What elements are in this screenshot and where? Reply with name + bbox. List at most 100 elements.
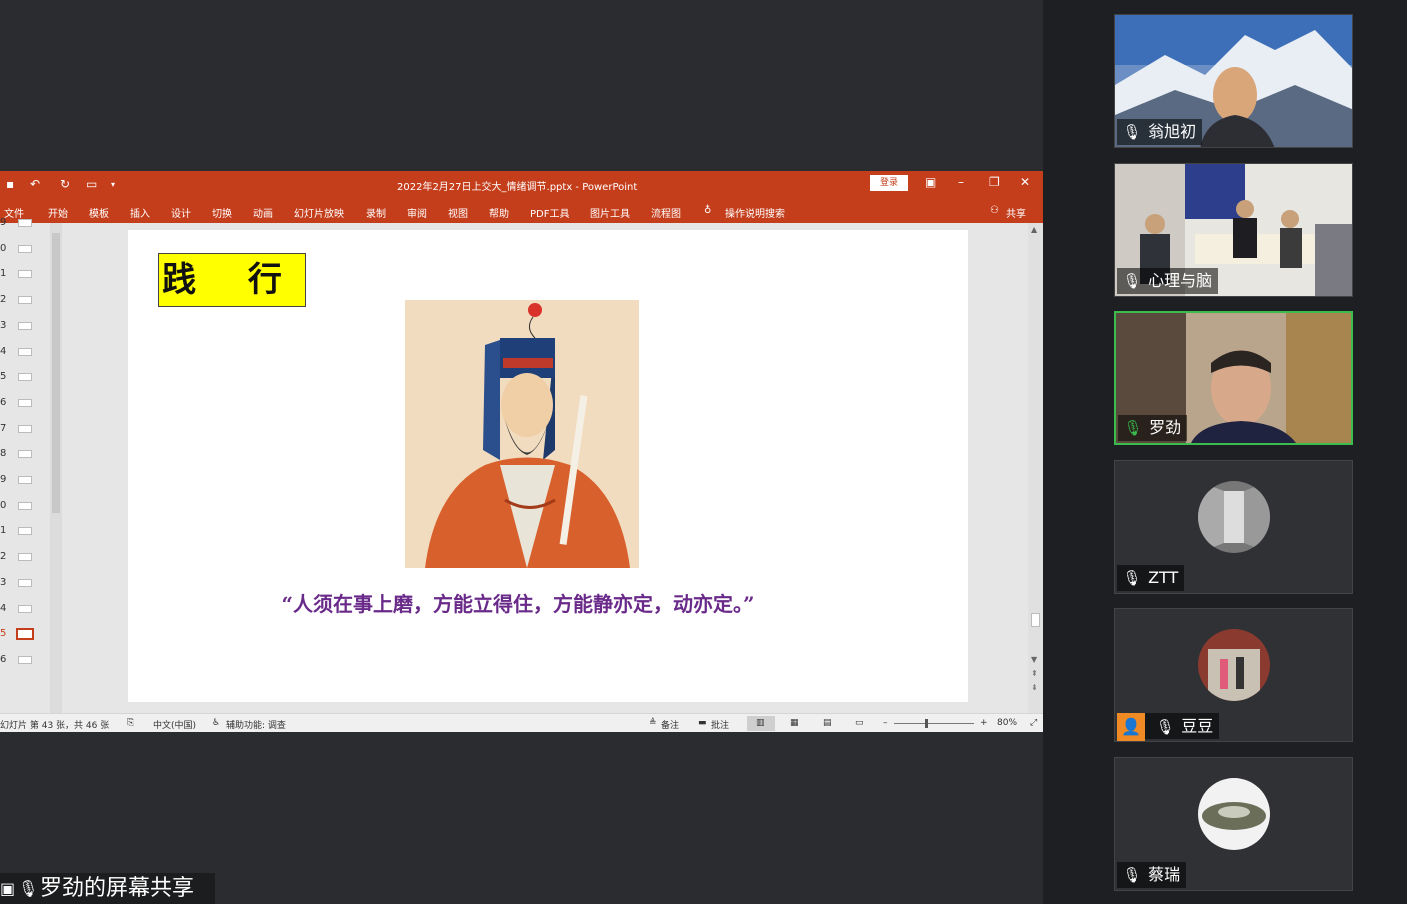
slide-thumbnail-image: [18, 424, 32, 433]
slide-thumbnail-number: 1: [0, 525, 7, 537]
participant-tile-active-speaker[interactable]: 🎙 罗劲: [1114, 311, 1353, 445]
tab-record[interactable]: 录制: [366, 205, 386, 220]
slide-thumbnail-number: 8: [0, 448, 7, 460]
participant-tile[interactable]: 👤 🎙 豆豆: [1114, 608, 1353, 742]
scroll-down-icon[interactable]: ▼: [1031, 655, 1037, 664]
participant-tile[interactable]: 🎙 心理与脑: [1114, 163, 1353, 297]
slide-thumbnail-number: 2: [0, 551, 7, 563]
slide-thumbnail-image: [18, 321, 32, 330]
tab-view[interactable]: 视图: [448, 205, 468, 220]
previous-slide-icon[interactable]: ⇞: [1031, 669, 1038, 678]
zoom-out-icon[interactable]: –: [883, 718, 888, 728]
slide-thumbnail-number: 7: [0, 422, 7, 434]
slide-thumbnail-image: [18, 296, 32, 305]
tab-transitions[interactable]: 切换: [212, 205, 232, 220]
current-slide[interactable]: 践 行 “人须在事上磨，方能立得住，方能静亦定，动亦定。”: [128, 230, 968, 702]
tab-pdf-tools[interactable]: PDF工具: [530, 205, 569, 220]
ribbon-tabs: 文件 开始 模板 插入 设计 切换 动画 幻灯片放映 录制 审阅 视图 帮助 P…: [0, 197, 1043, 223]
slide-thumbnail-number: 3: [0, 319, 7, 331]
scrollbar-thumb[interactable]: [1031, 613, 1040, 627]
slide-vertical-scrollbar[interactable]: ▲ ▼ ⇞ ⇟: [1028, 223, 1043, 713]
slide-thumbnail-number: 5: [0, 371, 7, 383]
powerpoint-window: ▪ ↶ ↻ ▭ ▾ 2022年2月27日上交大_情绪调节.pptx - Powe…: [0, 171, 1043, 732]
customize-toolbar-icon[interactable]: ▾: [111, 180, 115, 189]
zoom-slider-thumb[interactable]: [925, 719, 928, 728]
slide-thumbnail-number: 6: [0, 653, 7, 665]
spellcheck-icon[interactable]: ⎘: [127, 718, 134, 728]
minimize-icon[interactable]: –: [958, 175, 964, 189]
slide-thumbnail-number: 0: [0, 499, 7, 511]
zoom-slider[interactable]: [894, 723, 974, 724]
slide-thumbnail-image: [18, 527, 32, 536]
participant-panel: 🎙 翁旭初 🎙 心理与脑 🎙 罗劲 🎙 ZTT 👤 🎙 豆豆 🎙 蔡瑞: [1043, 0, 1407, 904]
slide-thumbnail-image: [18, 270, 32, 279]
tab-template[interactable]: 模板: [89, 205, 109, 220]
mic-muted-icon: 🎙: [1122, 866, 1142, 884]
fit-to-window-icon[interactable]: ⤢: [1030, 718, 1037, 728]
tab-insert[interactable]: 插入: [130, 205, 150, 220]
thumbnail-scrollbar[interactable]: [50, 223, 62, 713]
tab-animations[interactable]: 动画: [253, 205, 273, 220]
ribbon-display-icon[interactable]: ▣: [925, 175, 936, 189]
slide-thumbnail-number: 0: [0, 242, 7, 254]
login-button[interactable]: 登录: [870, 175, 908, 191]
zoom-in-icon[interactable]: +: [980, 718, 988, 728]
language-indicator[interactable]: 中文(中国): [153, 718, 196, 731]
present-icon[interactable]: ▭: [86, 177, 97, 191]
restore-icon[interactable]: ❐: [989, 175, 1000, 189]
slide-thumbnail-number: 4: [0, 602, 7, 614]
slide-thumbnail-image: [18, 398, 32, 407]
comments-button[interactable]: 批注: [711, 718, 729, 731]
slide-thumbnail-image: [18, 578, 32, 587]
participant-avatar: [1198, 629, 1270, 701]
tab-picture-tools[interactable]: 图片工具: [590, 205, 630, 220]
redo-icon[interactable]: ↻: [60, 177, 70, 191]
reading-view-icon[interactable]: ▤: [823, 718, 832, 728]
slide-thumbnail-image: [18, 476, 32, 484]
participant-tile[interactable]: 🎙 翁旭初: [1114, 14, 1353, 148]
slide-thumbnail-number: 5: [0, 628, 7, 640]
participant-name: 罗劲: [1149, 418, 1182, 437]
slide-thumbnail-number: 2: [0, 294, 7, 306]
user-avatar-icon: 👤: [1117, 713, 1145, 741]
slide-thumbnail-image: [18, 450, 32, 459]
tab-help[interactable]: 帮助: [489, 205, 509, 220]
slide-thumbnail-image: [18, 655, 32, 664]
accessibility-icon: ♿: [212, 718, 221, 728]
zoom-level[interactable]: 80%: [997, 718, 1017, 728]
tab-design[interactable]: 设计: [171, 205, 191, 220]
tab-review[interactable]: 审阅: [407, 205, 427, 220]
slideshow-icon[interactable]: ▭: [855, 718, 864, 728]
close-icon[interactable]: ✕: [1020, 175, 1030, 189]
mic-active-icon: 🎙: [1123, 419, 1143, 437]
undo-icon[interactable]: ↶: [30, 177, 40, 191]
ppt-title-bar: ▪ ↶ ↻ ▭ ▾ 2022年2月27日上交大_情绪调节.pptx - Powe…: [0, 171, 1043, 197]
lightbulb-icon: ♁: [704, 205, 712, 216]
slide-editing-area: 践 行 “人须在事上磨，方能立得住，方能静亦定，动亦定。”: [66, 223, 1028, 713]
participant-tile[interactable]: 🎙 ZTT: [1114, 460, 1353, 594]
slide-thumbnail-image: [18, 219, 32, 227]
slide-sorter-icon[interactable]: ▦: [790, 718, 799, 728]
next-slide-icon[interactable]: ⇟: [1031, 683, 1038, 692]
scroll-up-icon[interactable]: ▲: [1031, 225, 1037, 234]
mic-icon: 🎙: [18, 879, 39, 898]
participant-tile[interactable]: 🎙 蔡瑞: [1114, 757, 1353, 891]
save-icon[interactable]: ▪: [6, 177, 14, 191]
accessibility-status[interactable]: 辅助功能: 调查: [226, 718, 286, 731]
tab-flowchart[interactable]: 流程图: [651, 205, 681, 220]
window-title: 2022年2月27日上交大_情绪调节.pptx - PowerPoint: [397, 182, 638, 193]
mic-muted-icon: 🎙: [1122, 569, 1142, 587]
tab-slideshow[interactable]: 幻灯片放映: [294, 205, 344, 220]
share-button[interactable]: 共享: [1006, 205, 1026, 220]
slide-thumbnail-number: 9: [0, 474, 7, 485]
screen-icon: ▣: [0, 879, 16, 898]
notes-button[interactable]: 备注: [661, 718, 679, 731]
status-bar: 幻灯片 第 43 张，共 46 张 ⎘ 中文(中国) ♿ 辅助功能: 调查 ≜ …: [0, 713, 1043, 732]
slide-thumbnail-pane: 9 0 1 2 3 4 5 6 7 8 9 0 1 2 3 4 5 6: [0, 217, 64, 713]
slide-thumbnail-image: [16, 628, 34, 641]
comments-icon: ▬: [698, 718, 707, 728]
mic-muted-icon: 🎙: [1122, 272, 1142, 290]
participant-namebar: 🎙 心理与脑: [1117, 268, 1219, 294]
tell-me-search[interactable]: 操作说明搜索: [725, 205, 785, 220]
notes-icon: ≜: [649, 718, 657, 728]
